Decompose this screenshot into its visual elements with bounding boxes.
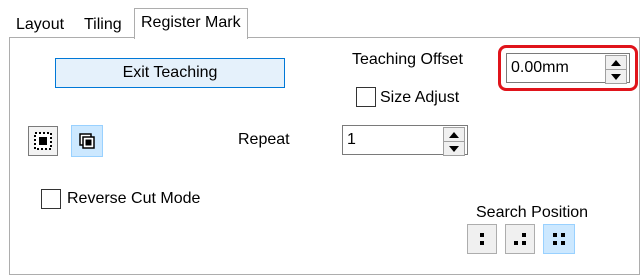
dotted-square-icon [34,132,52,150]
size-adjust-checkbox[interactable] [356,87,376,107]
arrow-down-icon [449,145,459,152]
tab-layout[interactable]: Layout [12,14,68,38]
four-dot-icon [553,233,565,245]
repeat-down-button[interactable] [443,141,465,156]
search-position-four-point-button[interactable] [543,224,575,254]
exit-teaching-button[interactable]: Exit Teaching [55,58,285,88]
teaching-offset-field[interactable]: 0.00mm [506,53,630,84]
reverse-cut-mode-label: Reverse Cut Mode [67,190,201,207]
reverse-cut-mode-checkbox[interactable] [41,189,61,209]
repeat-field[interactable]: 1 [342,125,468,156]
repeat-label: Repeat [238,131,290,148]
three-dot-icon [514,233,526,245]
repeat-value: 1 [347,131,356,148]
tab-register-mark[interactable]: Register Mark [134,8,248,39]
teaching-offset-up-button[interactable] [605,55,627,70]
repeat-up-button[interactable] [443,127,465,142]
arrow-up-icon [449,131,459,138]
mark-type-grid-button[interactable] [28,126,58,156]
arrow-down-icon [611,73,621,80]
teaching-offset-down-button[interactable] [605,69,627,84]
layers-icon [79,133,95,149]
search-position-label: Search Position [476,204,589,221]
search-position-three-point-button[interactable] [505,224,535,254]
two-dot-icon [480,233,484,245]
size-adjust-label: Size Adjust [380,89,460,106]
teaching-offset-value: 0.00mm [511,59,569,76]
tab-tiling[interactable]: Tiling [80,14,126,38]
arrow-up-icon [611,59,621,66]
teaching-offset-label: Teaching Offset [352,51,463,68]
mark-type-layers-button[interactable] [71,125,103,157]
search-position-two-point-button[interactable] [467,224,497,254]
